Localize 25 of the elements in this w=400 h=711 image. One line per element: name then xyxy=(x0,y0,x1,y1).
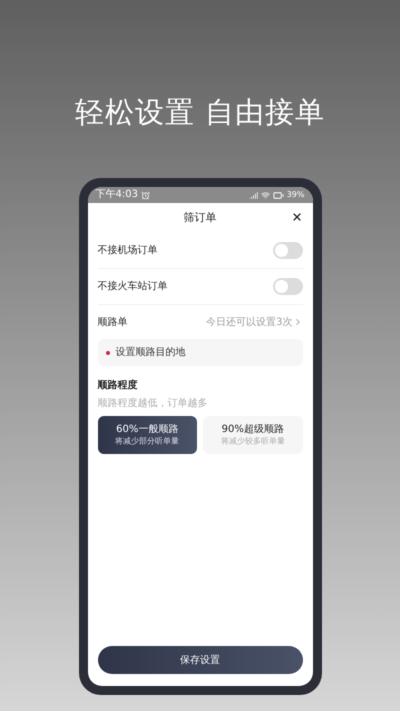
toggle-label: 不接机场订单 xyxy=(98,244,158,258)
toggle-switch[interactable] xyxy=(272,242,302,259)
sheet-title: 筛订单 xyxy=(184,210,216,226)
option-title: 60%一般顺路 xyxy=(116,422,178,436)
status-time: 下午4:03 xyxy=(96,189,138,201)
headline: 轻松设置 自由接单 xyxy=(74,95,326,129)
close-button[interactable] xyxy=(290,211,302,223)
alarm-icon xyxy=(140,190,150,200)
route-option[interactable]: 90%超级顺路 将减少较多听单量 xyxy=(203,416,302,454)
battery-icon xyxy=(272,190,284,200)
section-subtitle: 顺路程度越低，订单越多 xyxy=(98,396,208,411)
wifi-icon xyxy=(260,190,270,200)
section-title: 顺路程度 xyxy=(98,378,138,393)
section-title: 顺路单 xyxy=(98,316,128,330)
signal-icon xyxy=(248,190,258,200)
close-icon xyxy=(290,211,302,223)
option-description: 将减少部分听单量 xyxy=(115,436,180,446)
option-description: 将减少较多听单量 xyxy=(220,436,285,446)
option-title: 90%超级顺路 xyxy=(222,422,284,436)
destination-field[interactable]: 设置顺路目的地 xyxy=(98,339,302,366)
toggle-label: 不接火车站订单 xyxy=(98,280,168,294)
route-option[interactable]: 60%一般顺路 将减少部分听单量 xyxy=(98,416,197,454)
save-button[interactable]: 保存设置 xyxy=(98,646,302,674)
toggle-switch[interactable] xyxy=(272,278,302,295)
battery-level: 39% xyxy=(286,190,304,200)
